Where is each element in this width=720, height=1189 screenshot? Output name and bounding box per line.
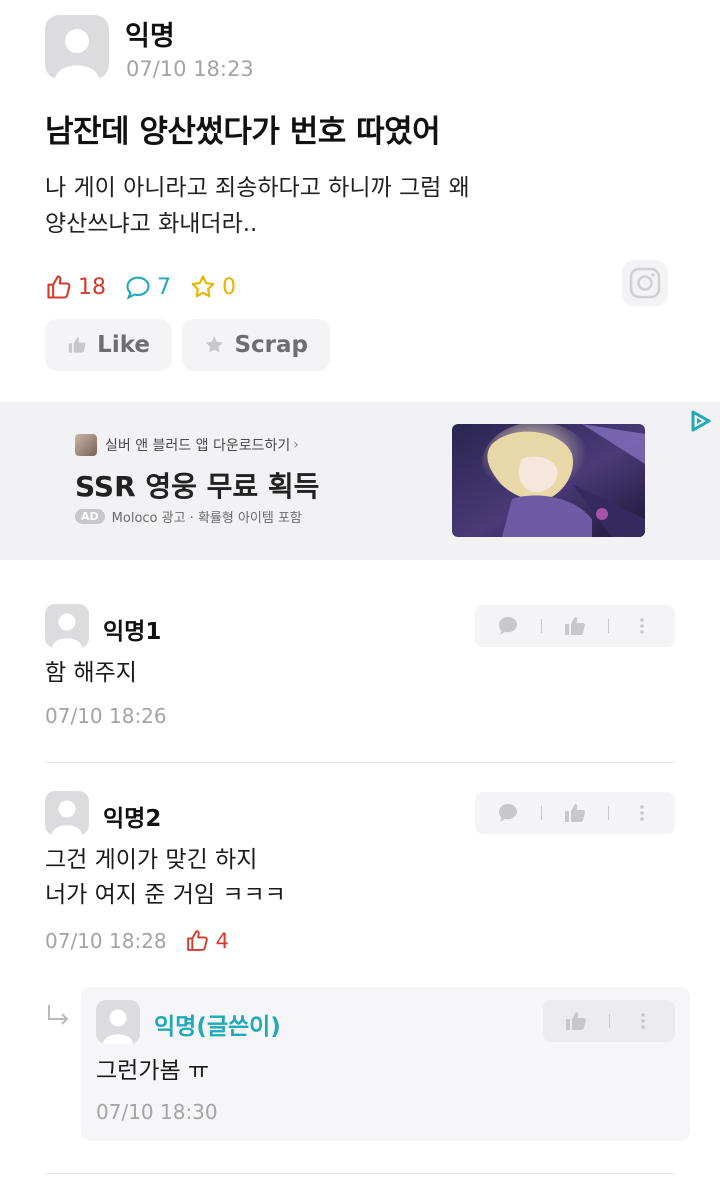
- comment-text: 그건 게이가 맞긴 하지 너가 여지 준 거임 ㅋㅋㅋ: [45, 843, 286, 913]
- instagram-icon: [622, 260, 668, 306]
- reply-time: 07/10 18:30: [96, 1100, 218, 1124]
- thumbs-up-icon[interactable]: [563, 801, 587, 825]
- separator: [608, 619, 610, 633]
- comment-timestamp: 07/10 18:28 4: [45, 928, 229, 953]
- more-vertical-icon[interactable]: [631, 1009, 655, 1033]
- post-body-line: 양산쓰냐고 화내더라..: [45, 211, 258, 237]
- post-scrap-count: 0: [222, 274, 236, 300]
- thumbs-up-icon[interactable]: [563, 614, 587, 638]
- comment-like-value: 4: [215, 928, 230, 953]
- scrap-button[interactable]: Scrap: [182, 319, 330, 371]
- reply-bubble-icon[interactable]: [496, 801, 520, 825]
- ad-app-link[interactable]: 실버 앤 블러드 앱 다운로드하기 ›: [75, 434, 299, 456]
- comment-text-line: 함 해주지: [45, 660, 137, 686]
- separator: [540, 806, 542, 820]
- comment-timestamp: 07/10 18:26: [45, 704, 167, 728]
- post-scrap-stat: 0: [189, 273, 236, 301]
- ad-banner[interactable]: 실버 앤 블러드 앱 다운로드하기 › SSR 영웅 무료 획득 AD Molo…: [0, 402, 720, 560]
- divider: [45, 1173, 675, 1174]
- thumbs-up-icon: [186, 930, 208, 951]
- post-body-line: 나 게이 아니라고 죄송하다고 하니까 그럼 왜: [45, 175, 470, 201]
- ad-app-icon: [75, 434, 97, 456]
- post-author-name: 익명: [125, 21, 175, 52]
- comment-actions: [475, 605, 675, 647]
- reply-text: 그런가봄 ㅠ: [96, 1058, 210, 1084]
- more-vertical-icon[interactable]: [630, 801, 654, 825]
- divider: [45, 762, 675, 763]
- post-comment-count: 7: [157, 274, 171, 300]
- adchoices-button[interactable]: [688, 408, 714, 434]
- comment-like-count: 4: [185, 928, 229, 953]
- instagram-share-button[interactable]: [620, 258, 670, 308]
- post-like-stat: 18: [45, 273, 106, 301]
- comment-author: 익명1: [103, 619, 162, 645]
- thumbs-up-icon: [47, 275, 71, 299]
- like-button-label: Like: [97, 332, 150, 358]
- comment-text-line: 너가 여지 준 거임 ㅋㅋㅋ: [45, 882, 286, 908]
- thumbs-up-icon: [68, 337, 86, 353]
- reply-author: 익명(글쓴이): [154, 1014, 281, 1040]
- post-title: 남잔데 양산썼다가 번호 따였어: [45, 114, 441, 150]
- comment-author: 익명2: [103, 806, 162, 832]
- comment-actions: [475, 792, 675, 834]
- thumbs-up-icon[interactable]: [564, 1009, 588, 1033]
- star-icon: [205, 336, 223, 353]
- chevron-right-icon: ›: [293, 437, 299, 453]
- comment-text-line: 그건 게이가 맞긴 하지: [45, 847, 258, 873]
- comment-avatar: [45, 604, 89, 648]
- ad-app-text: 실버 앤 블러드 앱 다운로드하기: [105, 438, 291, 454]
- star-icon: [191, 275, 215, 298]
- reply-actions: [543, 1000, 675, 1042]
- speech-bubble-icon: [126, 276, 150, 300]
- ad-image[interactable]: [452, 424, 645, 537]
- ad-headline: SSR 영웅 무료 획득: [75, 470, 320, 503]
- ad-meta: AD Moloco 광고 · 확률형 아이템 포함: [75, 507, 302, 526]
- separator: [540, 619, 542, 633]
- separator: [608, 1014, 610, 1028]
- reply-bubble-icon[interactable]: [496, 614, 520, 638]
- scrap-button-label: Scrap: [234, 332, 308, 358]
- comment-avatar: [45, 791, 89, 835]
- comment-time: 07/10 18:26: [45, 704, 167, 728]
- post-like-count: 18: [78, 274, 106, 300]
- reply-avatar: [96, 1000, 140, 1044]
- separator: [608, 806, 610, 820]
- comment-time: 07/10 18:28: [45, 928, 167, 953]
- post-author-avatar: [45, 15, 109, 79]
- ad-meta-text: Moloco 광고 · 확률형 아이템 포함: [111, 511, 302, 526]
- post-stats: 18 7 0: [45, 272, 254, 302]
- comment-text: 함 해주지: [45, 656, 137, 691]
- more-vertical-icon[interactable]: [630, 614, 654, 638]
- post-comment-stat: 7: [124, 273, 171, 301]
- post-timestamp: 07/10 18:23: [126, 57, 254, 81]
- adchoices-icon: [691, 410, 711, 432]
- reply-timestamp: 07/10 18:30: [96, 1100, 218, 1124]
- post-body: 나 게이 아니라고 죄송하다고 하니까 그럼 왜 양산쓰냐고 화내더라..: [45, 170, 585, 242]
- ad-badge: AD: [75, 509, 105, 524]
- reply-arrow-icon: [45, 1002, 73, 1030]
- like-button[interactable]: Like: [45, 319, 172, 371]
